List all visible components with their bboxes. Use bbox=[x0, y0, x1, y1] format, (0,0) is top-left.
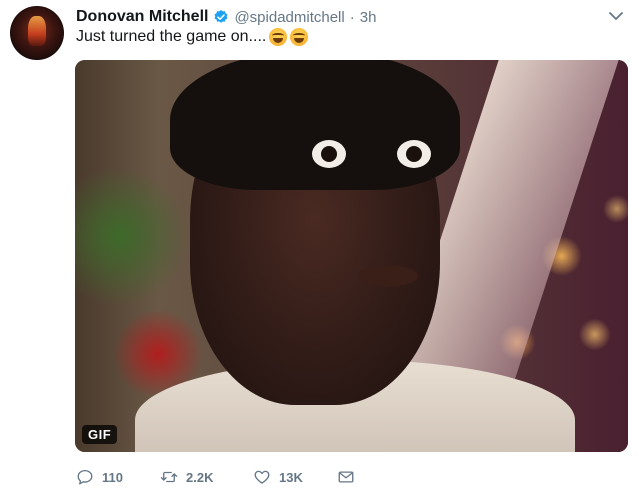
avatar[interactable] bbox=[10, 6, 64, 60]
avatar-image bbox=[28, 16, 46, 46]
separator-dot: · bbox=[349, 8, 355, 26]
heart-icon bbox=[254, 470, 270, 484]
gif-mouth bbox=[358, 265, 418, 287]
gif-hair bbox=[170, 60, 460, 190]
face-with-tears-of-joy-icon bbox=[290, 28, 309, 46]
author-handle[interactable]: @spidadmitchell bbox=[234, 9, 344, 26]
tweet-text: Just turned the game on.... bbox=[76, 28, 267, 45]
tweet-actions: 110 2.2K 13K bbox=[76, 468, 355, 486]
gif-left-eye bbox=[312, 140, 346, 168]
face-with-tears-of-joy-icon bbox=[269, 28, 288, 46]
author-name[interactable]: Donovan Mitchell bbox=[76, 8, 208, 26]
reply-icon bbox=[77, 469, 93, 485]
tweet-media-gif[interactable]: GIF bbox=[75, 60, 628, 452]
tweet-text-row: Just turned the game on.... bbox=[76, 28, 309, 46]
retweet-icon bbox=[160, 471, 178, 483]
tweet-timestamp[interactable]: 3h bbox=[360, 9, 377, 26]
gif-right-eye bbox=[397, 140, 431, 168]
reply-count: 110 bbox=[102, 469, 123, 485]
gif-badge: GIF bbox=[82, 425, 118, 444]
reply-button[interactable]: 110 bbox=[76, 468, 160, 486]
retweet-count: 2.2K bbox=[186, 469, 214, 485]
chevron-down-icon[interactable] bbox=[608, 10, 624, 22]
like-button[interactable]: 13K bbox=[253, 468, 337, 486]
direct-message-button[interactable] bbox=[337, 468, 355, 486]
retweet-button[interactable]: 2.2K bbox=[160, 468, 253, 486]
tweet-card: Donovan Mitchell @spidadmitchell · 3h Ju… bbox=[0, 0, 641, 491]
envelope-icon bbox=[338, 471, 354, 483]
verified-badge-icon bbox=[214, 10, 228, 23]
like-count: 13K bbox=[279, 469, 303, 485]
tweet-header: Donovan Mitchell @spidadmitchell · 3h bbox=[76, 6, 376, 28]
